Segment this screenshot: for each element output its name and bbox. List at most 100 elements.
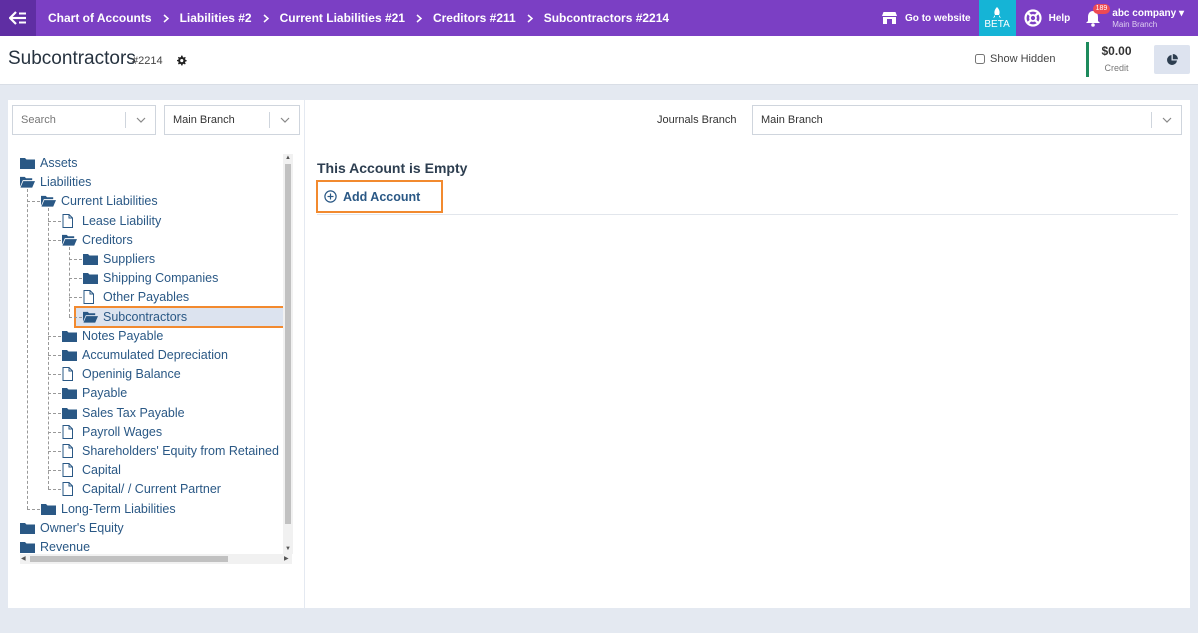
help-link[interactable]: Help	[1016, 9, 1083, 27]
tree-node[interactable]: Other Payables	[83, 288, 189, 306]
tree-node-label: Shareholders' Equity from Retained Earni…	[82, 444, 283, 458]
tree-vertical-scrollbar[interactable]: ▲ ▼	[283, 154, 293, 554]
gear-icon[interactable]	[176, 55, 187, 69]
breadcrumb-creditors[interactable]: Creditors #211	[433, 11, 516, 25]
tree-connector	[48, 208, 49, 490]
tree-node[interactable]: Liabilities	[20, 173, 91, 191]
tree-connector	[48, 412, 61, 414]
tree-connector	[48, 393, 61, 395]
scroll-down-icon[interactable]: ▼	[285, 546, 291, 552]
branch-select-value: Main Branch	[173, 114, 235, 126]
breadcrumb-chart-of-accounts[interactable]: Chart of Accounts	[48, 11, 152, 25]
scroll-right-icon[interactable]: ▶	[284, 556, 289, 562]
tree-node-label: Current Liabilities	[61, 194, 158, 209]
notifications-button[interactable]: 189	[1082, 4, 1111, 29]
go-to-website-link[interactable]: Go to website	[881, 11, 979, 25]
tree-node[interactable]: Capital	[62, 461, 121, 479]
show-hidden-toggle[interactable]: Show Hidden	[975, 53, 1055, 65]
breadcrumb-current-liabilities[interactable]: Current Liabilities #21	[280, 11, 405, 25]
beta-label: BETA	[984, 18, 1010, 30]
tree-node[interactable]: Suppliers	[83, 250, 155, 268]
chevron-down-icon	[1152, 117, 1181, 123]
scroll-left-icon[interactable]: ◀	[21, 556, 26, 562]
chevron-right-icon	[527, 13, 533, 23]
tree-node[interactable]: Lease Liability	[62, 212, 161, 230]
credit-amount: $0.00	[1101, 44, 1132, 58]
company-branch: Main Branch	[1112, 19, 1158, 29]
chevron-right-icon	[163, 13, 169, 23]
tree-node-label: Other Payables	[103, 290, 190, 305]
search-input[interactable]	[13, 107, 125, 133]
tree-node[interactable]: Payroll Wages	[62, 423, 162, 441]
tree-node-label: Capital/ / Current Partner	[82, 482, 221, 497]
tree-node-label: Suppliers	[103, 252, 156, 266]
chevron-down-icon[interactable]	[126, 117, 155, 123]
tree-connector	[48, 470, 61, 472]
tree-node[interactable]: Owner's Equity	[20, 519, 124, 537]
divider	[317, 214, 1178, 215]
top-nav: Chart of Accounts Liabilities #2 Current…	[0, 0, 1198, 36]
company-switcher[interactable]: abc company ▾ Main Branch	[1112, 8, 1198, 29]
scroll-up-icon[interactable]: ▲	[285, 155, 291, 161]
scroll-thumb[interactable]	[285, 164, 291, 524]
go-to-website-label: Go to website	[905, 12, 971, 24]
tree-node-label: Assets	[40, 156, 78, 170]
tree-connector	[27, 201, 40, 203]
tree-node[interactable]: Accumulated Depreciation	[62, 346, 228, 364]
tree-node-label: Lease Liability	[82, 213, 162, 228]
tree-node-label: Long-Term Liabilities	[61, 501, 176, 516]
account-tree-panel: Main Branch Assets Liabilities Current Lia…	[8, 100, 304, 608]
tree-node[interactable]: Shipping Companies	[83, 269, 218, 287]
scroll-thumb[interactable]	[30, 556, 228, 562]
tree-node-label: Notes Payable	[82, 328, 164, 343]
beta-button[interactable]: BETA	[978, 0, 1016, 36]
tree-connector	[48, 220, 61, 222]
tree-node[interactable]: Shareholders' Equity from Retained Earni…	[62, 442, 283, 460]
tree-connector	[48, 239, 61, 241]
company-name: abc company ▾	[1112, 7, 1184, 19]
breadcrumb-liabilities[interactable]: Liabilities #2	[180, 11, 252, 25]
tree-connector	[48, 335, 61, 337]
show-hidden-checkbox[interactable]	[975, 54, 985, 64]
chevron-right-icon	[416, 13, 422, 23]
tree-node-label: Creditors	[82, 232, 133, 247]
file-icon	[62, 444, 77, 458]
folder-icon	[62, 406, 77, 419]
tree-connector	[48, 451, 61, 452]
chevron-right-icon	[263, 13, 269, 23]
tree-node[interactable]: Payable	[62, 384, 127, 402]
tree-node[interactable]: Assets	[20, 154, 78, 172]
tree-node-label: Accumulated Depreciation	[82, 348, 228, 362]
file-icon	[62, 424, 77, 439]
tree-node[interactable]: Notes Payable	[62, 327, 163, 345]
tree-node[interactable]: Capital/ / Current Partner	[62, 480, 221, 498]
breadcrumb-subcontractors[interactable]: Subcontractors #2214	[544, 11, 669, 25]
folder-open-icon	[62, 233, 77, 246]
journals-branch-value: Main Branch	[761, 114, 823, 126]
tree-connector	[69, 297, 82, 299]
tree-node[interactable]: Revenue	[20, 538, 90, 554]
page-title: Subcontractors	[8, 48, 136, 69]
back-button[interactable]	[0, 0, 36, 36]
tree-node[interactable]: Sales Tax Payable	[62, 404, 185, 422]
tree-node[interactable]: Openinig Balance	[62, 365, 181, 383]
tree-node[interactable]: Long-Term Liabilities	[41, 500, 176, 518]
search-box[interactable]	[12, 105, 156, 135]
journals-branch-select[interactable]: Main Branch	[752, 105, 1182, 135]
tree-connector	[48, 489, 61, 491]
tree-node[interactable]: Subcontractors	[74, 305, 283, 328]
file-icon	[62, 463, 77, 478]
tree-node-label: Owner's Equity	[40, 520, 124, 535]
chart-button[interactable]	[1154, 45, 1190, 74]
tree-node[interactable]: Current Liabilities	[41, 192, 158, 210]
branch-select[interactable]: Main Branch	[164, 105, 300, 135]
tree-node[interactable]: Creditors	[62, 231, 133, 249]
tree-node-label: Shipping Companies	[103, 271, 219, 286]
account-details-panel: Journals Branch Main Branch This Account…	[305, 100, 1190, 608]
folder-icon	[62, 387, 77, 400]
tree-node-label: Capital	[82, 463, 121, 478]
tree-node-label: Payroll Wages	[82, 424, 163, 439]
tree-horizontal-scrollbar[interactable]: ◀ ▶	[20, 554, 292, 564]
store-icon	[882, 12, 898, 24]
add-account-button[interactable]: Add Account	[316, 180, 443, 213]
